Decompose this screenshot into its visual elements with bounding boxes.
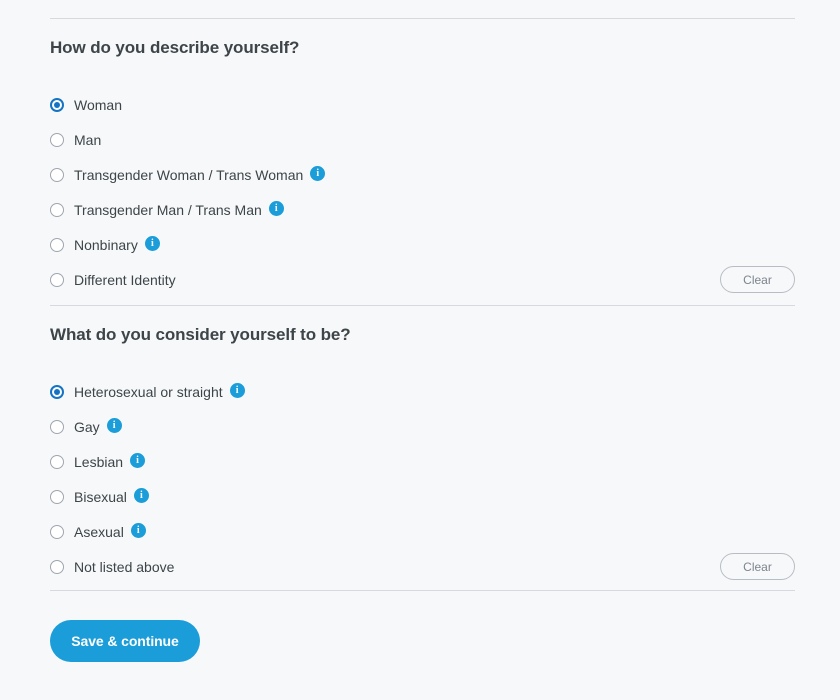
option-row-transgender-man[interactable]: Transgender Man / Trans Man i (50, 192, 795, 227)
info-icon-glyph: i (136, 454, 139, 466)
option-row-man[interactable]: Man (50, 122, 795, 157)
option-label-not-listed-above: Not listed above (74, 558, 175, 575)
page-title-sexual-orientation: What do you consider yourself to be? (50, 325, 351, 344)
info-icon-transgender-man[interactable]: i (268, 201, 284, 216)
section-gender-identity: How do you describe yourself? Woman Man … (0, 19, 840, 305)
option-label-different-identity: Different Identity (74, 271, 176, 288)
info-icon-glyph: i (235, 384, 239, 396)
clear-button-sexual-orientation[interactable]: Clear (720, 553, 795, 580)
option-label-transgender-man: Transgender Man / Trans Man (74, 201, 262, 218)
radio-woman[interactable] (50, 97, 64, 112)
page-title-gender-identity: How do you describe yourself? (50, 38, 300, 57)
option-label-bisexual: Bisexual (74, 488, 127, 505)
radio-bisexual[interactable] (50, 489, 64, 504)
radio-man[interactable] (50, 132, 64, 147)
option-label-nonbinary: Nonbinary (74, 236, 138, 253)
info-icon-glyph: i (316, 167, 320, 179)
radio-not-listed-above[interactable] (50, 559, 64, 574)
radio-heterosexual[interactable] (50, 384, 64, 399)
option-row-lesbian[interactable]: Lesbian i (50, 444, 795, 479)
info-icon-bisexual[interactable]: i (133, 488, 149, 503)
info-icon-glyph: i (140, 489, 143, 501)
info-icon-glyph: i (150, 237, 154, 249)
radio-gay[interactable] (50, 419, 64, 434)
save-and-continue-button[interactable]: Save & continue (50, 620, 200, 662)
info-icon-nonbinary[interactable]: i (144, 236, 160, 251)
radio-transgender-woman[interactable] (50, 167, 64, 182)
option-label-lesbian: Lesbian (74, 453, 124, 470)
radio-different-identity[interactable] (50, 272, 64, 287)
info-icon-asexual[interactable]: i (130, 523, 146, 538)
option-row-asexual[interactable]: Asexual i (50, 514, 795, 549)
option-row-not-listed-above[interactable]: Not listed above (50, 549, 795, 584)
option-row-gay[interactable]: Gay i (50, 409, 795, 444)
option-row-heterosexual[interactable]: Heterosexual or straight i (50, 374, 795, 409)
form-footer: Save & continue (0, 591, 840, 662)
radio-transgender-man[interactable] (50, 202, 64, 217)
option-row-bisexual[interactable]: Bisexual i (50, 479, 795, 514)
radio-lesbian[interactable] (50, 454, 64, 469)
section-sexual-orientation: What do you consider yourself to be? Het… (0, 306, 840, 590)
info-icon-glyph: i (112, 419, 116, 431)
radio-group-sexual-orientation: Heterosexual or straight i Gay i Lesbian… (50, 374, 795, 584)
info-icon-heterosexual[interactable]: i (229, 383, 245, 398)
demographics-form-page: How do you describe yourself? Woman Man … (0, 18, 840, 700)
info-icon-glyph: i (274, 202, 278, 214)
option-label-transgender-woman: Transgender Woman / Trans Woman (74, 166, 304, 183)
radio-group-gender-identity: Woman Man Transgender Woman / Trans Woma… (50, 87, 795, 297)
option-row-nonbinary[interactable]: Nonbinary i (50, 227, 795, 262)
clear-button-gender-identity[interactable]: Clear (720, 266, 795, 293)
option-label-heterosexual: Heterosexual or straight (74, 383, 223, 400)
option-row-woman[interactable]: Woman (50, 87, 795, 122)
option-row-transgender-woman[interactable]: Transgender Woman / Trans Woman i (50, 157, 795, 192)
radio-asexual[interactable] (50, 524, 64, 539)
info-icon-transgender-woman[interactable]: i (310, 166, 326, 181)
option-label-gay: Gay (74, 418, 100, 435)
option-label-asexual: Asexual (74, 523, 124, 540)
info-icon-glyph: i (136, 524, 140, 536)
option-label-man: Man (74, 131, 102, 148)
info-icon-lesbian[interactable]: i (130, 453, 146, 468)
info-icon-gay[interactable]: i (106, 418, 122, 433)
option-label-woman: Woman (74, 96, 122, 113)
option-row-different-identity[interactable]: Different Identity (50, 262, 795, 297)
radio-nonbinary[interactable] (50, 237, 64, 252)
